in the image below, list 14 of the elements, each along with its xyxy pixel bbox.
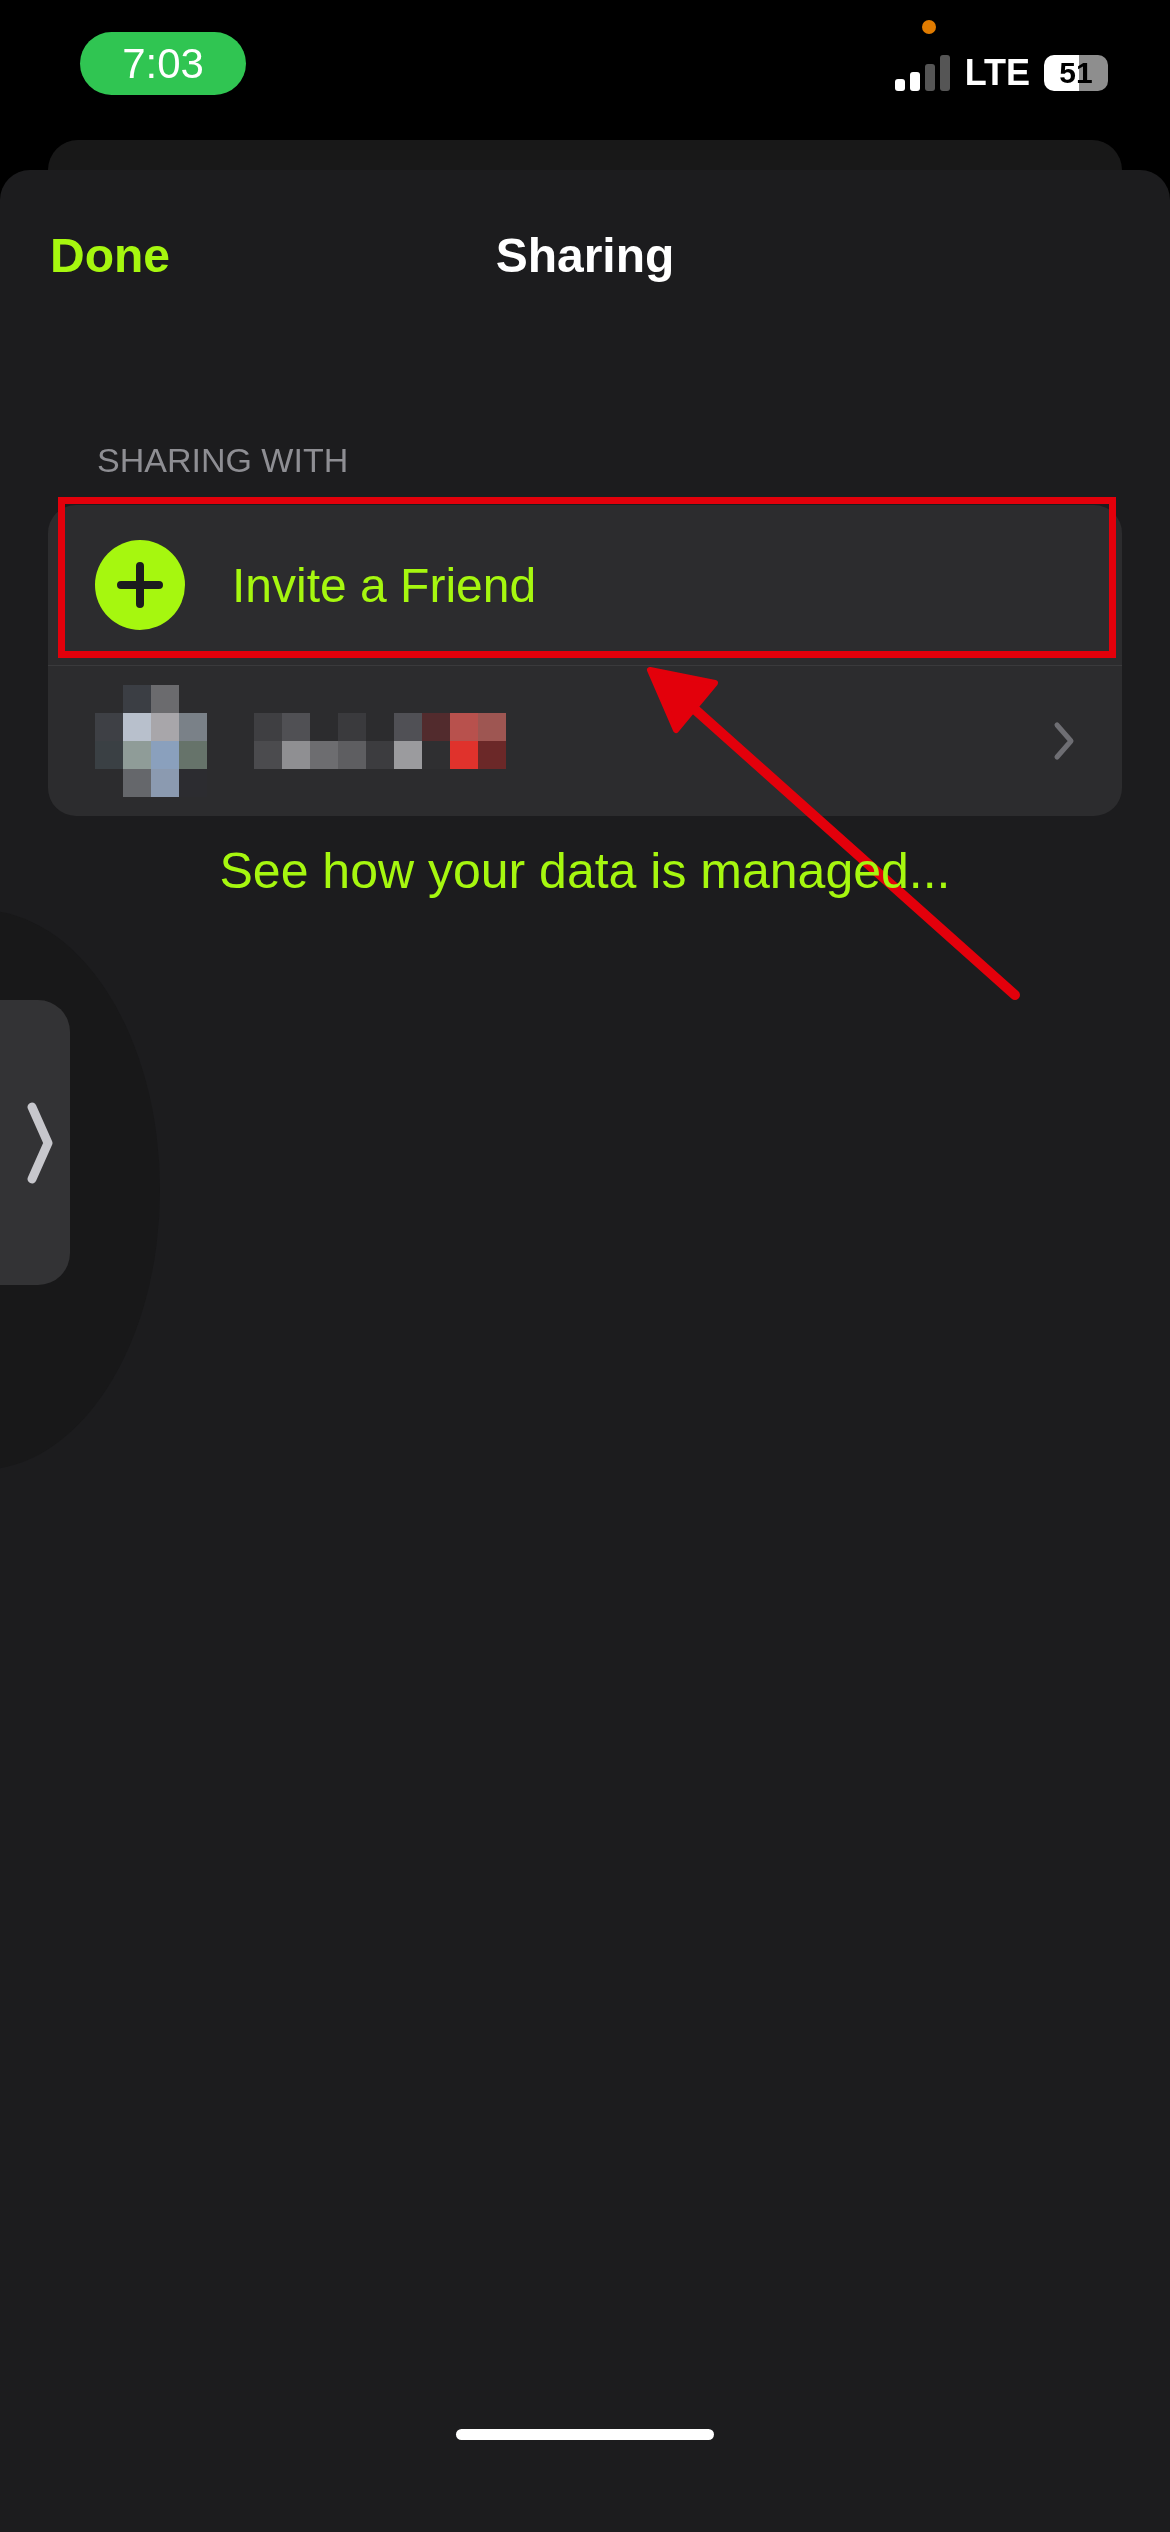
status-time: 7:03	[80, 32, 246, 95]
section-header: SHARING WITH	[97, 440, 349, 480]
done-button[interactable]: Done	[50, 227, 170, 283]
invite-row[interactable]: Invite a Friend	[48, 505, 1122, 665]
privacy-dot	[922, 20, 936, 34]
chevron-icon	[27, 1101, 53, 1184]
sheet-title: Sharing	[495, 227, 675, 283]
side-handle[interactable]	[0, 1000, 70, 1285]
signal-icon	[894, 55, 951, 91]
battery-indicator: 51	[1044, 55, 1108, 91]
plus-icon	[95, 540, 185, 630]
network-label: LTE	[964, 52, 1030, 94]
invite-label: Invite a Friend	[232, 557, 537, 613]
chevron-icon	[1053, 721, 1075, 761]
